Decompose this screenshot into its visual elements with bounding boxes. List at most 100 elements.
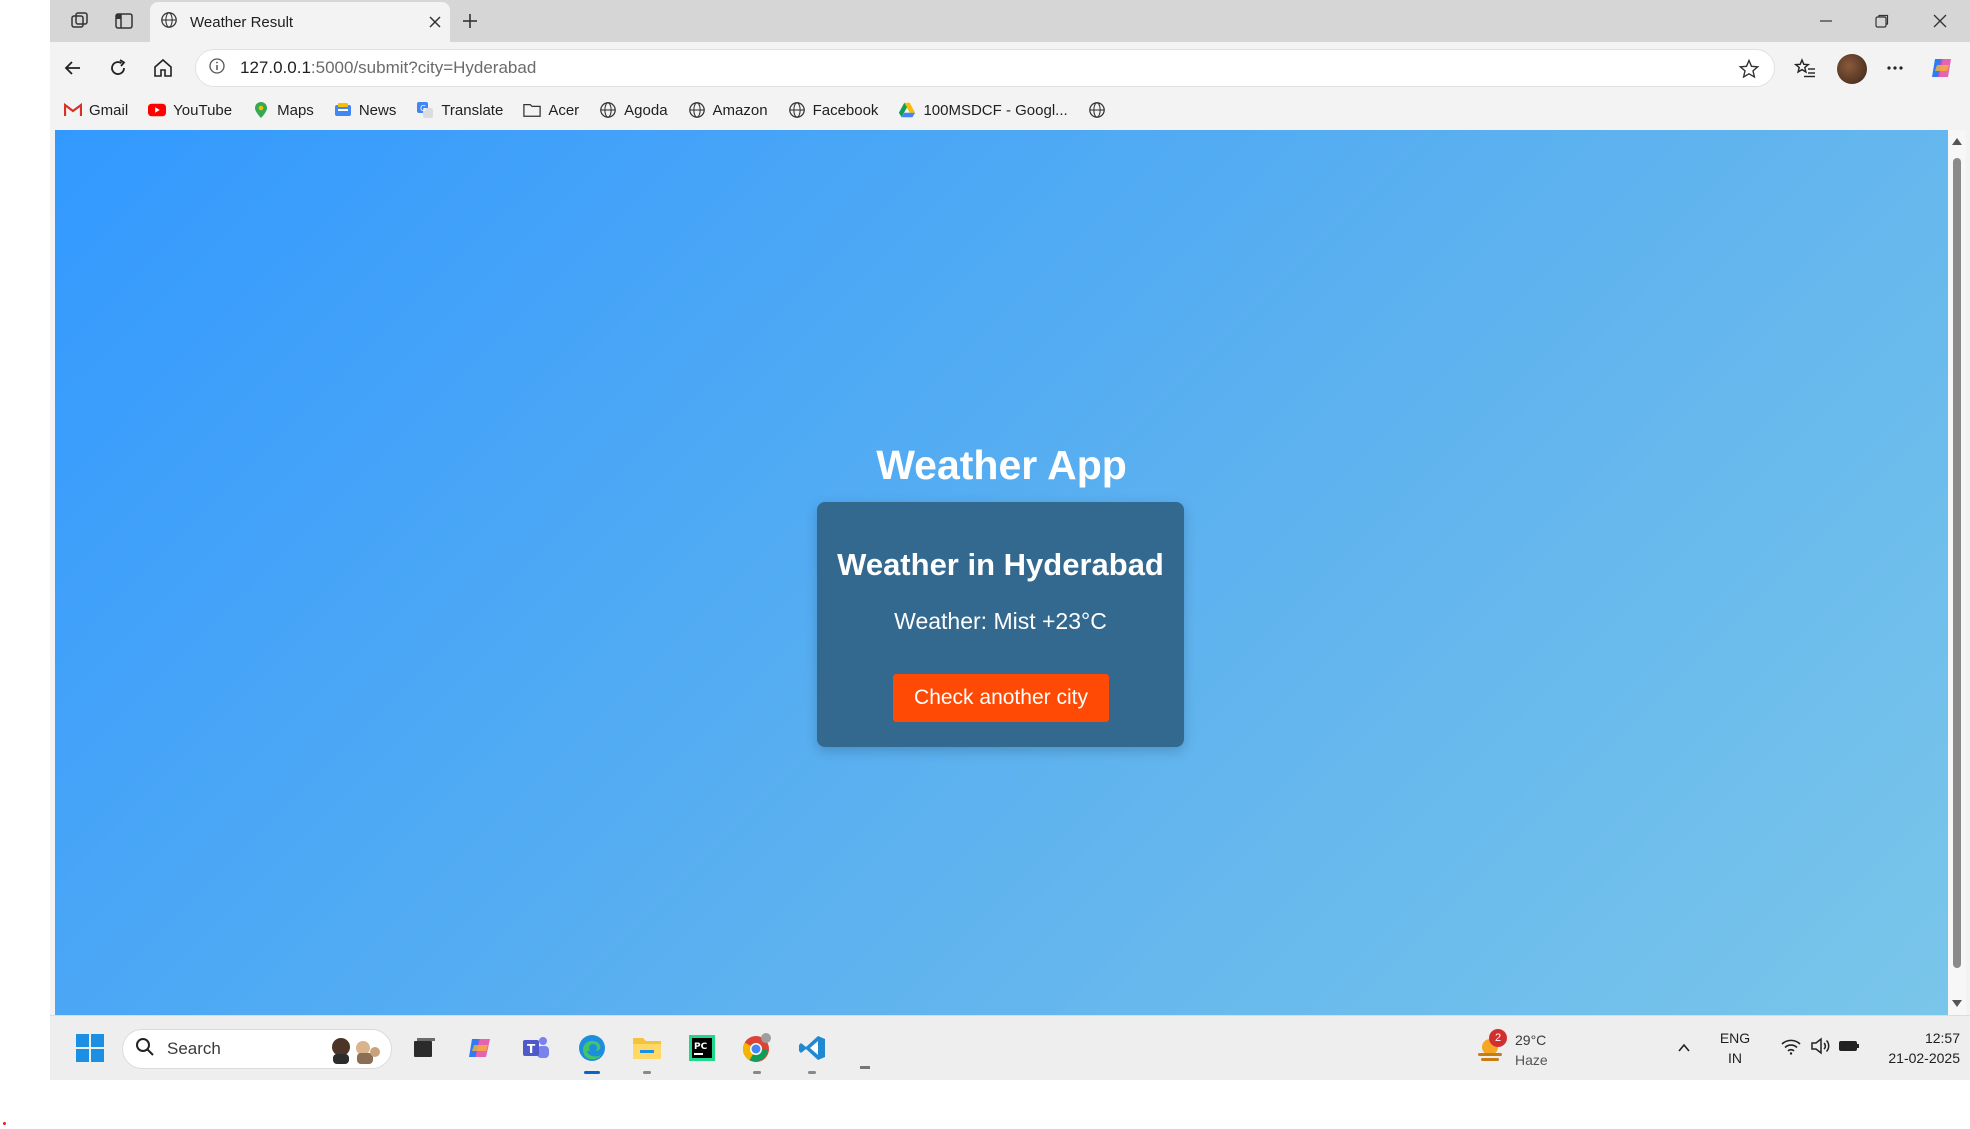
language-code: ENG bbox=[1719, 1030, 1751, 1046]
svg-text:PC: PC bbox=[694, 1042, 708, 1052]
red-dot bbox=[3, 1122, 6, 1125]
running-indicator bbox=[643, 1071, 651, 1074]
scroll-down-arrow-icon[interactable] bbox=[1952, 1000, 1962, 1007]
vscode-icon[interactable] bbox=[792, 1028, 832, 1074]
address-bar[interactable]: 127.0.0.1:5000/submit?city=Hyderabad bbox=[195, 49, 1775, 87]
bookmark-label: Gmail bbox=[89, 101, 129, 119]
search-highlight-icon bbox=[327, 1034, 383, 1069]
bookmark-news[interactable]: News bbox=[334, 101, 396, 119]
url-path: :5000/submit?city=Hyderabad bbox=[310, 58, 537, 77]
scrollbar-thumb[interactable] bbox=[1953, 158, 1961, 968]
close-window-button[interactable] bbox=[1912, 0, 1968, 42]
region-code: IN bbox=[1728, 1050, 1742, 1066]
chrome-icon[interactable] bbox=[737, 1028, 777, 1074]
svg-text:T: T bbox=[527, 1042, 536, 1056]
globe-icon bbox=[688, 101, 706, 119]
battery-icon bbox=[1838, 1039, 1860, 1058]
file-explorer-icon[interactable] bbox=[627, 1028, 667, 1074]
pycharm-icon[interactable]: PC bbox=[682, 1028, 722, 1068]
bookmark-amazon[interactable]: Amazon bbox=[688, 101, 768, 119]
bookmark-agoda[interactable]: Agoda bbox=[599, 101, 668, 119]
check-another-city-button[interactable]: Check another city bbox=[893, 674, 1109, 722]
vertical-scrollbar[interactable] bbox=[1948, 130, 1966, 1015]
taskbar: Search T PC 2 29°C Haze ENG IN 12:57 21-… bbox=[50, 1015, 1970, 1080]
bookmark-translate[interactable]: G Translate bbox=[416, 101, 503, 119]
minimize-button[interactable] bbox=[1798, 0, 1854, 42]
weather-description: Weather: Mist +23°C bbox=[894, 608, 1107, 634]
scroll-up-arrow-icon[interactable] bbox=[1952, 138, 1962, 145]
home-button[interactable] bbox=[146, 51, 180, 85]
clock[interactable]: 12:57 21-02-2025 bbox=[1864, 1028, 1960, 1068]
site-info-icon[interactable] bbox=[208, 57, 226, 80]
bookmark-google-drive[interactable]: 100MSDCF - Googl... bbox=[898, 101, 1068, 119]
active-indicator bbox=[584, 1071, 600, 1074]
weather-condition: Haze bbox=[1515, 1052, 1548, 1068]
bookmark-globe[interactable] bbox=[1088, 101, 1113, 119]
haze-weather-icon: 2 bbox=[1475, 1029, 1507, 1065]
restore-button[interactable] bbox=[1854, 0, 1910, 42]
windows-start-icon[interactable] bbox=[70, 1028, 110, 1068]
task-view-icon[interactable] bbox=[404, 1028, 444, 1068]
search-placeholder: Search bbox=[167, 1039, 221, 1058]
overflow-indicator bbox=[860, 1066, 870, 1069]
search-icon bbox=[135, 1037, 155, 1062]
new-tab-button[interactable] bbox=[454, 6, 486, 36]
page-title: Weather App bbox=[876, 442, 1127, 488]
google-drive-icon bbox=[898, 101, 916, 119]
taskbar-search[interactable]: Search bbox=[122, 1029, 392, 1069]
wifi-icon bbox=[1780, 1037, 1802, 1060]
language-indicator[interactable]: ENG IN bbox=[1715, 1028, 1755, 1068]
bookmark-label: Facebook bbox=[812, 101, 879, 119]
translate-icon: G bbox=[416, 101, 434, 119]
weather-card: Weather in Hyderabad Weather: Mist +23°C… bbox=[817, 502, 1184, 747]
maps-icon bbox=[252, 101, 270, 119]
favorites-icon[interactable] bbox=[1788, 51, 1822, 85]
youtube-icon bbox=[148, 101, 167, 119]
bookmark-label: YouTube bbox=[173, 101, 233, 119]
copilot-app-icon[interactable] bbox=[460, 1028, 500, 1068]
vertical-tabs-icon[interactable] bbox=[108, 6, 140, 36]
close-tab-icon[interactable] bbox=[420, 7, 450, 37]
globe-icon bbox=[599, 101, 617, 119]
bookmark-label: Amazon bbox=[712, 101, 768, 119]
more-options-icon[interactable] bbox=[1878, 51, 1912, 85]
bookmarks-bar: Gmail YouTube Maps News G Translate Acer bbox=[50, 92, 1970, 128]
globe-icon bbox=[160, 11, 178, 34]
tab-title: Weather Result bbox=[190, 13, 294, 31]
bookmark-label: Acer bbox=[548, 101, 580, 119]
refresh-button[interactable] bbox=[101, 51, 135, 85]
browser-toolbar: 127.0.0.1:5000/submit?city=Hyderabad bbox=[50, 42, 1970, 92]
weather-widget[interactable]: 2 29°C Haze bbox=[1475, 1029, 1548, 1070]
bookmark-label: Agoda bbox=[624, 101, 668, 119]
bookmark-gmail[interactable]: Gmail bbox=[64, 101, 128, 119]
weather-temperature: 29°C bbox=[1515, 1032, 1547, 1048]
profile-avatar[interactable] bbox=[1837, 54, 1867, 84]
workspaces-icon[interactable] bbox=[64, 6, 96, 36]
running-indicator bbox=[753, 1071, 761, 1074]
clock-date: 21-02-2025 bbox=[1888, 1050, 1960, 1066]
news-icon bbox=[334, 101, 352, 119]
bookmark-facebook[interactable]: Facebook bbox=[788, 101, 879, 119]
chevron-up-icon[interactable] bbox=[1664, 1028, 1704, 1068]
bookmark-youtube[interactable]: YouTube bbox=[148, 101, 232, 119]
bookmark-maps[interactable]: Maps bbox=[252, 101, 314, 119]
system-tray-icons[interactable] bbox=[1770, 1028, 1870, 1068]
copilot-icon[interactable] bbox=[1925, 51, 1959, 85]
running-indicator bbox=[808, 1071, 816, 1074]
favorite-star-icon[interactable] bbox=[1736, 56, 1762, 82]
tab-strip: Weather Result bbox=[50, 0, 1970, 42]
folder-icon bbox=[523, 101, 542, 119]
gmail-icon bbox=[64, 101, 82, 119]
volume-icon bbox=[1810, 1036, 1830, 1060]
bookmark-label: Translate bbox=[441, 101, 504, 119]
back-button[interactable] bbox=[56, 51, 90, 85]
weather-badge: 2 bbox=[1489, 1029, 1507, 1047]
tab-weather-result[interactable]: Weather Result bbox=[150, 2, 450, 42]
url-host: 127.0.0.1 bbox=[240, 58, 311, 77]
svg-text:G: G bbox=[420, 104, 426, 113]
globe-icon bbox=[1088, 101, 1106, 119]
teams-icon[interactable]: T bbox=[516, 1028, 556, 1068]
bookmark-acer[interactable]: Acer bbox=[523, 101, 579, 119]
bookmark-label: 100MSDCF - Googl... bbox=[923, 101, 1068, 119]
edge-browser-icon[interactable] bbox=[572, 1028, 612, 1074]
